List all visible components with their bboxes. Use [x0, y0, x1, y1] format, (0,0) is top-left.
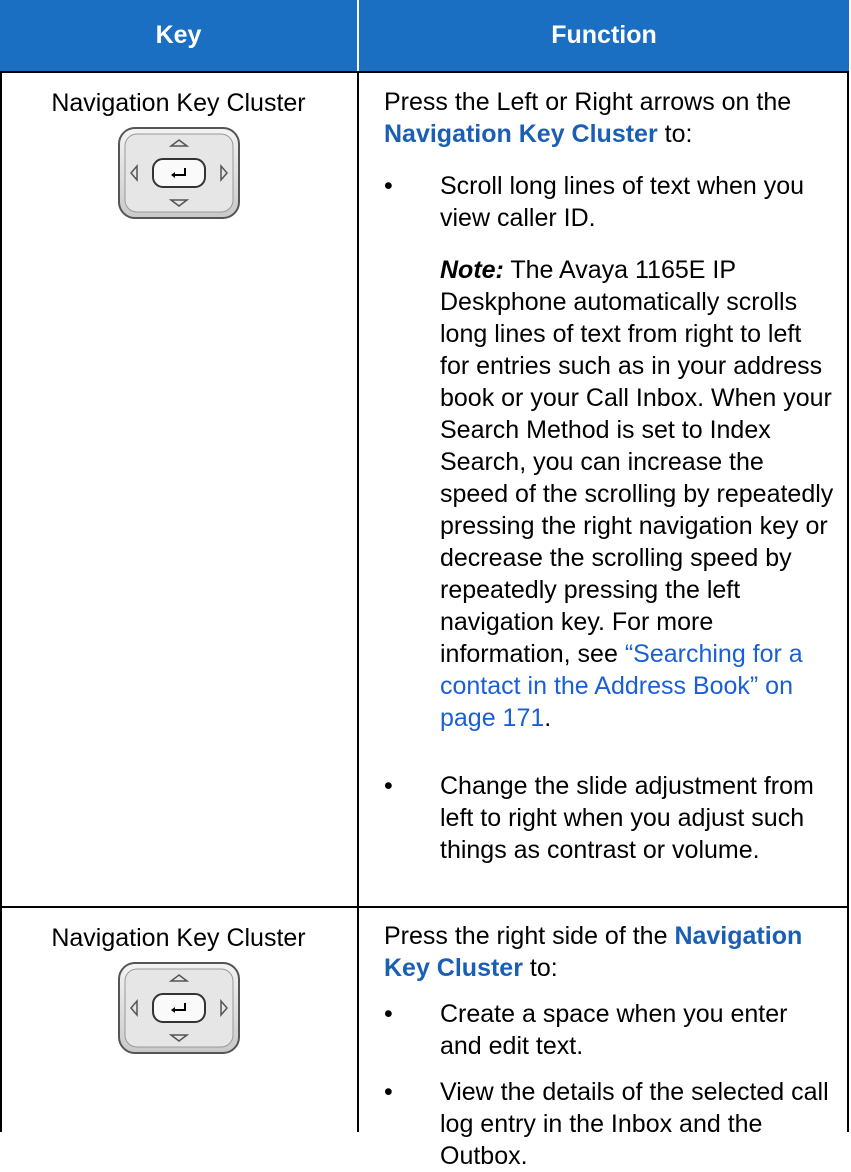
table-row-1-key: Navigation Key Cluster: [0, 73, 357, 220]
note-paragraph: Note: The Avaya 1165E IP Deskphone autom…: [384, 254, 834, 734]
bullet-icon: •: [384, 1000, 393, 1028]
list-item: • Create a space when you enter and edit…: [384, 998, 834, 1062]
bullet-icon: •: [384, 772, 393, 800]
note-label: Note:: [440, 256, 504, 284]
bullet-icon: •: [384, 1078, 393, 1106]
list-item: • Scroll long lines of text when you vie…: [384, 170, 834, 234]
intro-suffix: to:: [657, 120, 693, 148]
table-row-2-function: Press the right side of the Navigation K…: [384, 920, 834, 1172]
intro-text: Press the Left or Right arrows on the: [384, 88, 792, 116]
table-border-right: [847, 71, 849, 1132]
navigation-key-cluster-link[interactable]: Navigation Key Cluster: [384, 120, 658, 148]
header-function: Function: [359, 0, 849, 71]
key-label: Navigation Key Cluster: [51, 89, 306, 117]
list-item: • View the details of the selected call …: [384, 1076, 834, 1172]
list-item-text: Change the slide adjustment from left to…: [440, 772, 814, 864]
note-text: The Avaya 1165E IP Deskphone automatical…: [440, 256, 834, 668]
note-end: .: [544, 704, 552, 732]
list-item-text: Create a space when you enter and edit t…: [440, 1000, 788, 1060]
bullet-icon: •: [384, 172, 393, 200]
key-label: Navigation Key Cluster: [51, 924, 306, 952]
column-divider: [357, 71, 359, 1132]
table-row-2-key: Navigation Key Cluster: [0, 908, 357, 1055]
intro-text: Press the right side of the: [384, 922, 675, 950]
list-item: • Change the slide adjustment from left …: [384, 770, 834, 866]
function-table: Key Function Navigation Key Cluster Pres…: [0, 0, 849, 1170]
navigation-key-cluster-icon: [117, 127, 240, 219]
row-2-intro: Press the right side of the Navigation K…: [384, 920, 834, 984]
list-item-text: Scroll long lines of text when you view …: [440, 172, 805, 232]
intro-suffix: to:: [522, 954, 558, 982]
row-1-intro: Press the Left or Right arrows on the Na…: [384, 86, 834, 150]
header-key: Key: [0, 0, 357, 71]
navigation-key-cluster-icon: [117, 962, 240, 1054]
table-row-1-function: Press the Left or Right arrows on the Na…: [384, 86, 834, 866]
list-item-text: View the details of the selected call lo…: [440, 1078, 829, 1170]
